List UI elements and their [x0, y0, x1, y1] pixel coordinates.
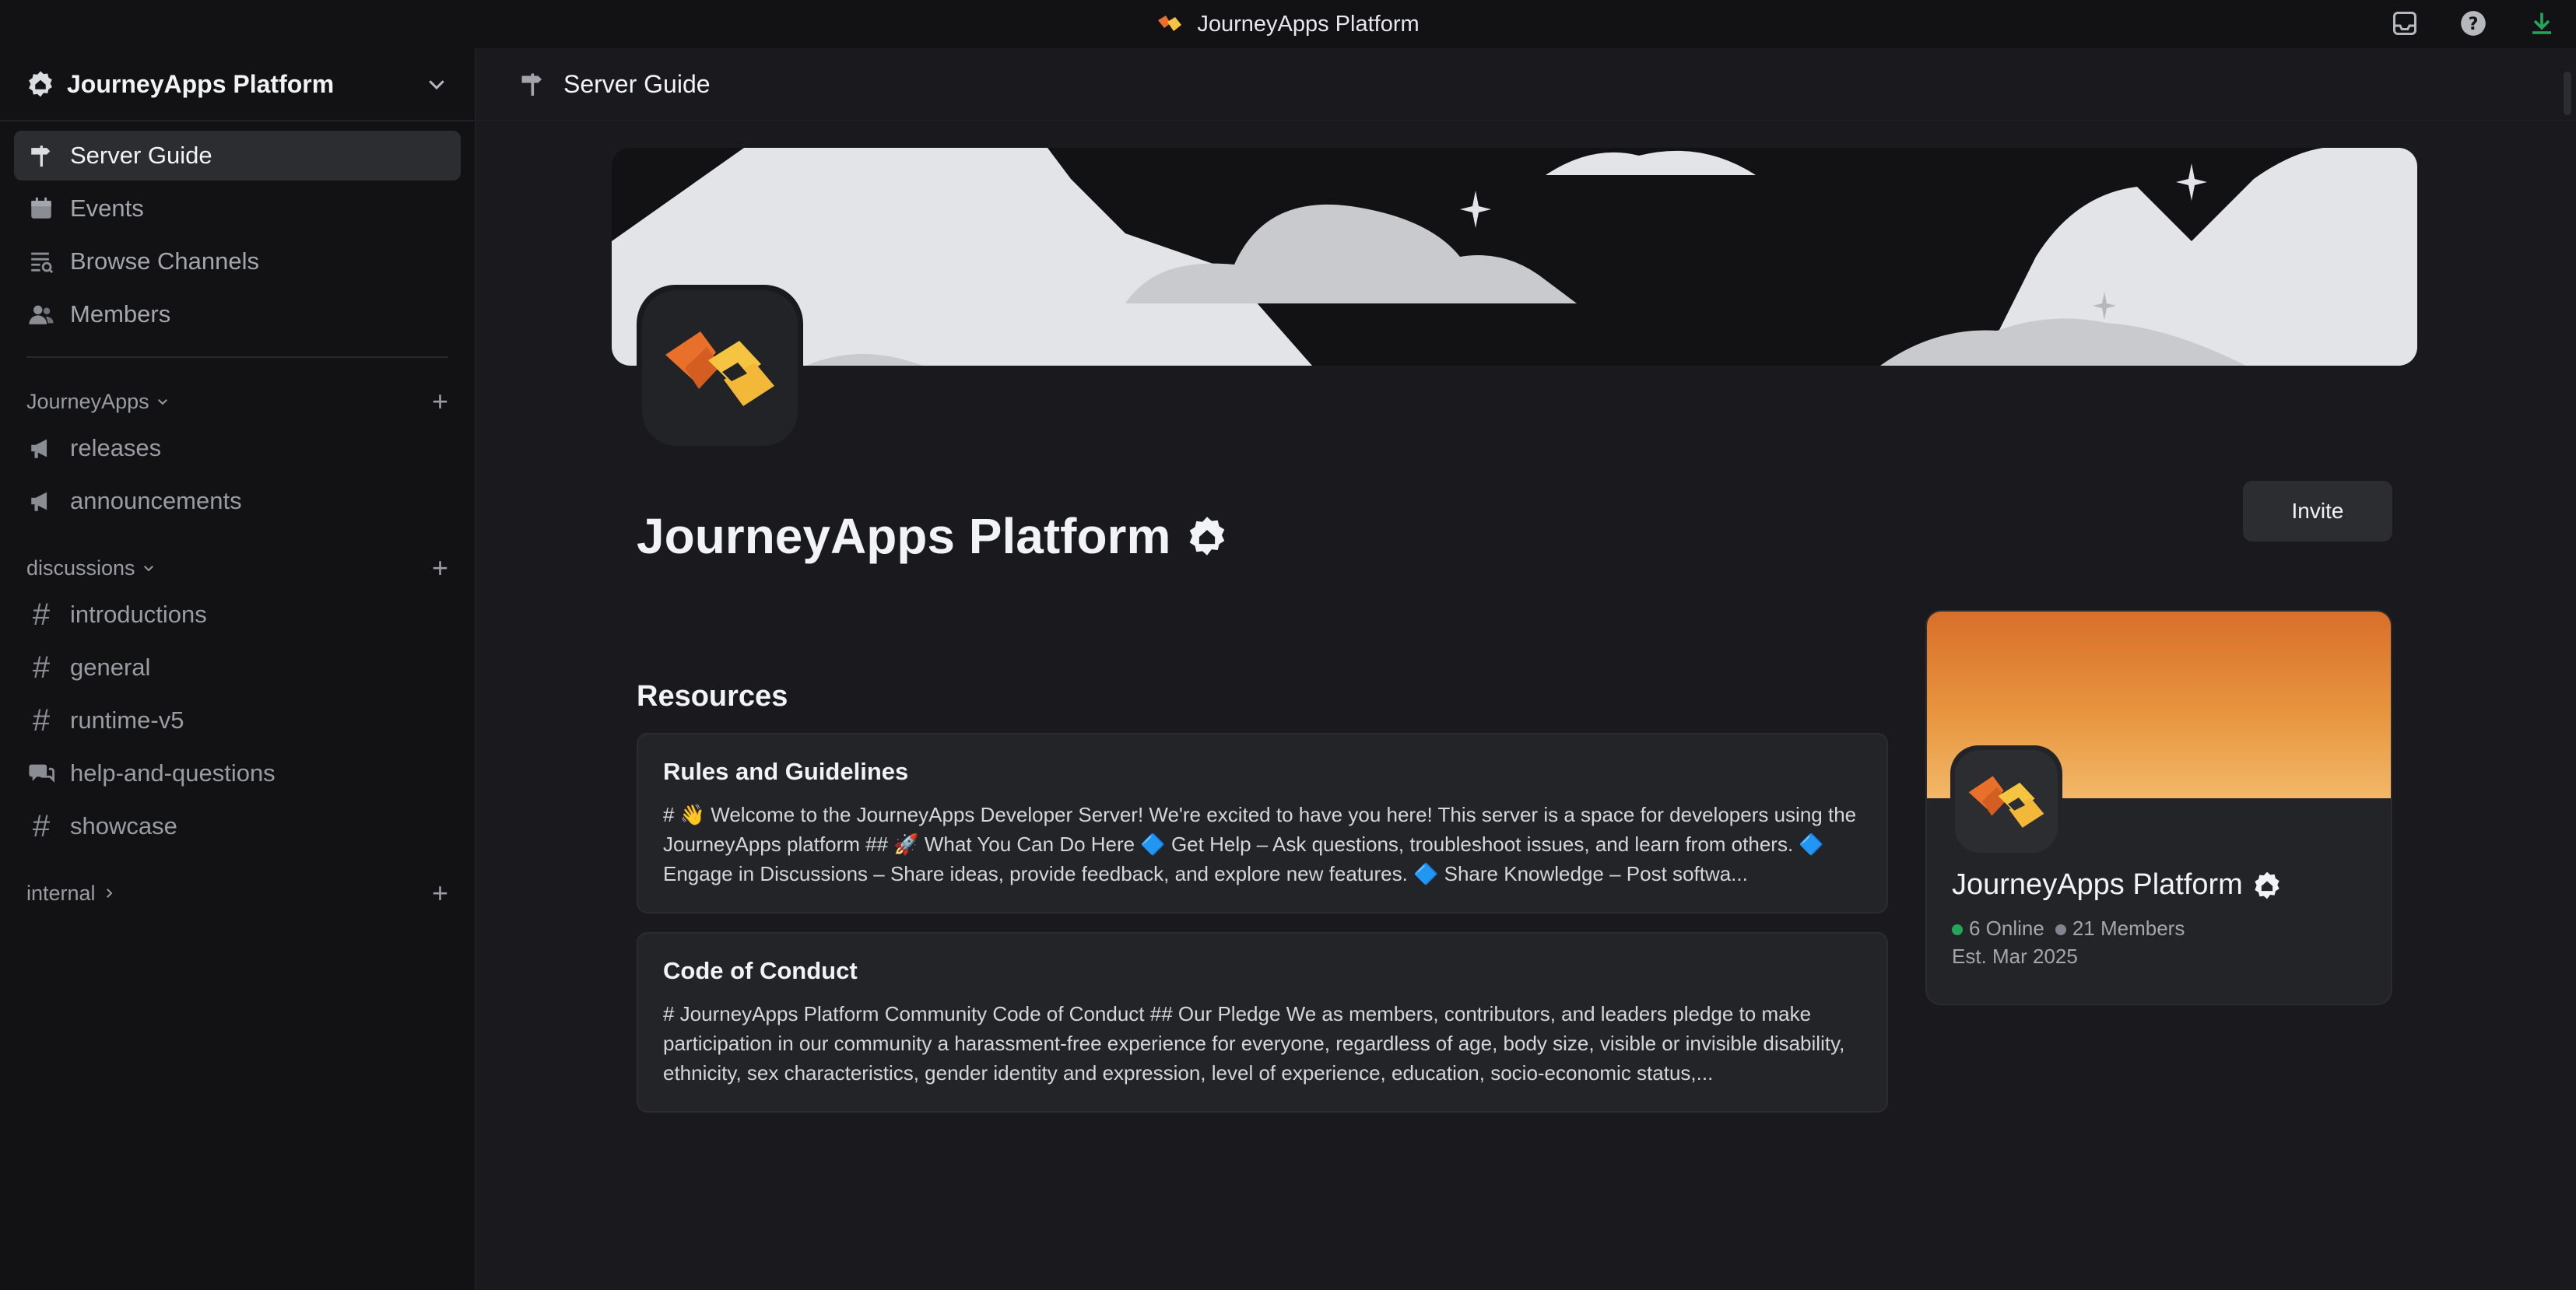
server-sidebar: JourneyApps Platform Server Guide Events…	[0, 48, 476, 1290]
nav-label: Members	[70, 300, 171, 328]
profile-name: JourneyApps Platform	[1952, 868, 2282, 902]
channel-name: general	[70, 654, 151, 681]
category-label: discussions	[26, 556, 135, 580]
category-internal[interactable]: internal +	[0, 873, 475, 913]
resource-title: Code of Conduct	[663, 957, 858, 984]
channel-general[interactable]: # general	[0, 641, 475, 694]
resource-card-code-of-conduct[interactable]: Code of Conduct # JourneyApps Platform C…	[637, 932, 1888, 1113]
channel-help-and-questions[interactable]: help-and-questions	[0, 747, 475, 800]
profile-stats: 6 Online 21 Members	[1952, 917, 2185, 941]
main-content: Server Guide JourneyApps Platform Invite…	[476, 48, 2576, 1290]
channel-name: runtime-v5	[70, 706, 184, 734]
nav-label: Events	[70, 195, 144, 222]
channel-name: help-and-questions	[70, 759, 275, 787]
online-count: 6 Online	[1952, 917, 2044, 941]
scrollbar[interactable]	[2564, 72, 2571, 115]
hash-icon: #	[32, 808, 51, 843]
resources-heading: Resources	[637, 680, 788, 713]
title-bar: JourneyApps Platform ?	[0, 0, 2576, 48]
channel-announcements[interactable]: announcements	[0, 475, 475, 528]
resource-title: Rules and Guidelines	[663, 758, 909, 785]
journeyapps-logo-icon	[1968, 776, 2044, 828]
profile-avatar	[1950, 745, 2062, 857]
window-title: JourneyApps Platform	[1156, 11, 1420, 37]
server-title: JourneyApps Platform	[637, 507, 1228, 565]
hash-icon: #	[32, 650, 51, 685]
guide-nav: Server Guide Events Browse Channels Memb…	[0, 121, 475, 339]
server-icon	[637, 285, 803, 451]
announcement-icon	[26, 435, 56, 461]
members-dot-icon	[2055, 924, 2066, 935]
channel-introductions[interactable]: # introductions	[0, 588, 475, 641]
server-banner	[612, 148, 2417, 366]
resource-preview: # 👋 Welcome to the JourneyApps Developer…	[663, 803, 1857, 885]
verified-server-icon	[1190, 517, 1225, 556]
channel-name: showcase	[70, 812, 177, 840]
calendar-icon	[26, 194, 56, 223]
add-channel-icon[interactable]: +	[432, 385, 448, 418]
channel-name: announcements	[70, 487, 242, 514]
window-title-text: JourneyApps Platform	[1197, 11, 1420, 37]
download-icon[interactable]	[2523, 5, 2560, 42]
channel-name: releases	[70, 434, 162, 461]
help-icon[interactable]: ?	[2455, 5, 2492, 42]
journeyapps-logo-icon	[665, 331, 774, 406]
inbox-icon[interactable]	[2386, 5, 2423, 42]
server-title-text: JourneyApps Platform	[637, 508, 1171, 564]
add-channel-icon[interactable]: +	[432, 877, 448, 910]
resource-card-rules[interactable]: Rules and Guidelines # 👋 Welcome to the …	[637, 733, 1888, 913]
chevron-down-icon	[143, 566, 153, 572]
server-header[interactable]: JourneyApps Platform	[0, 48, 475, 121]
signpost-icon	[26, 141, 56, 170]
online-dot-icon	[1952, 924, 1963, 935]
channel-runtime-v5[interactable]: # runtime-v5	[0, 694, 475, 747]
channel-header: Server Guide	[476, 48, 2576, 121]
chevron-down-icon[interactable]	[425, 72, 448, 96]
category-journeyapps[interactable]: JourneyApps +	[0, 381, 475, 422]
server-name: JourneyApps Platform	[67, 69, 335, 98]
nav-item-server-guide[interactable]: Server Guide	[14, 131, 461, 181]
browse-channels-icon	[26, 247, 56, 276]
server-verified-icon	[29, 71, 52, 97]
invite-button[interactable]: Invite	[2243, 481, 2392, 542]
chevron-right-icon	[106, 889, 112, 898]
forum-icon	[26, 760, 56, 787]
category-discussions[interactable]: discussions +	[0, 548, 475, 588]
header-title: Server Guide	[563, 69, 711, 98]
hash-icon: #	[32, 597, 51, 632]
nav-label: Server Guide	[70, 142, 212, 169]
profile-name-text: JourneyApps Platform	[1952, 868, 2243, 901]
nav-label: Browse Channels	[70, 247, 259, 275]
channel-name: introductions	[70, 601, 207, 628]
announcement-icon	[26, 488, 56, 514]
category-label: internal	[26, 881, 96, 905]
verified-server-icon	[2255, 871, 2279, 899]
channel-releases[interactable]: releases	[0, 422, 475, 475]
established-date: Est. Mar 2025	[1952, 945, 2078, 968]
add-channel-icon[interactable]: +	[432, 552, 448, 584]
member-count: 21 Members	[2055, 917, 2185, 941]
resource-preview: # JourneyApps Platform Community Code of…	[663, 1002, 1845, 1085]
svg-text:?: ?	[2469, 14, 2479, 34]
sidebar-divider	[26, 356, 448, 358]
members-icon	[26, 300, 56, 329]
signpost-icon	[518, 70, 546, 98]
nav-item-events[interactable]: Events	[14, 184, 461, 233]
chevron-down-icon	[157, 399, 167, 405]
nav-item-browse-channels[interactable]: Browse Channels	[14, 237, 461, 286]
server-profile-card[interactable]: JourneyApps Platform 6 Online 21 Members…	[1925, 610, 2392, 1005]
app-logo-icon	[1158, 16, 1182, 31]
channel-showcase[interactable]: # showcase	[0, 800, 475, 853]
category-label: JourneyApps	[26, 389, 149, 413]
hash-icon: #	[32, 703, 51, 738]
nav-item-members[interactable]: Members	[14, 289, 461, 339]
